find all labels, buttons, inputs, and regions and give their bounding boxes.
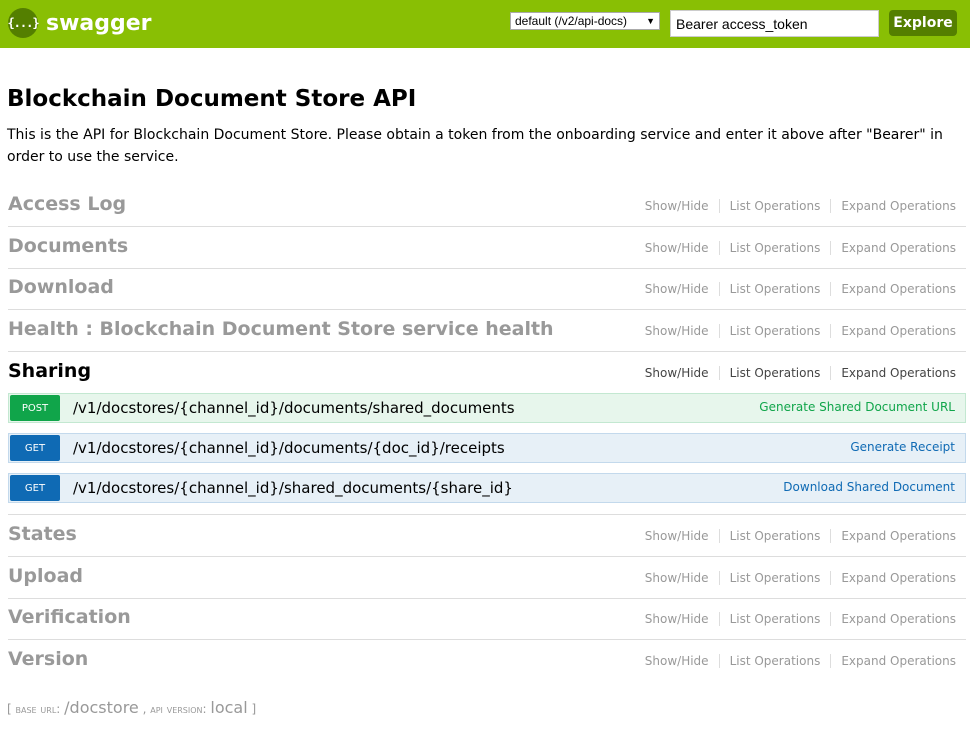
resource-verification: Verification Show/Hide List Operations E… [8,598,966,640]
operation-row[interactable]: GET /v1/docstores/{channel_id}/shared_do… [8,473,966,503]
show-hide-link[interactable]: Show/Hide [635,571,720,585]
list-operations-link[interactable]: List Operations [720,529,832,543]
operation-summary[interactable]: Download Shared Document [783,480,955,494]
resource-title[interactable]: Health : Blockchain Document Store servi… [8,318,554,340]
resource-health: Health : Blockchain Document Store servi… [8,310,966,352]
show-hide-link[interactable]: Show/Hide [635,529,720,543]
expand-operations-link[interactable]: Expand Operations [831,571,956,585]
separator: , [142,702,147,716]
show-hide-link[interactable]: Show/Hide [635,282,720,296]
list-operations-link[interactable]: List Operations [720,324,832,338]
operation-path[interactable]: /v1/docstores/{channel_id}/shared_docume… [73,479,513,497]
list-operations-link[interactable]: List Operations [720,571,832,585]
resource-actions: Show/Hide List Operations Expand Operati… [635,529,956,543]
swagger-logo[interactable]: {...} swagger [7,8,152,38]
api-description: This is the API for Blockchain Document … [7,127,943,165]
open-bracket: [ [7,702,12,716]
resource-title[interactable]: Version [8,648,88,670]
resource-version: Version Show/Hide List Operations Expand… [8,640,966,682]
top-bar: {...} swagger default (/v2/api-docs) ▼ E… [0,0,970,48]
expand-operations-link[interactable]: Expand Operations [831,199,956,213]
dropdown-arrow-icon: ▼ [646,16,655,26]
show-hide-link[interactable]: Show/Hide [635,199,720,213]
api-spec-select[interactable]: default (/v2/api-docs) ▼ [510,12,660,30]
page-title: Blockchain Document Store API [7,86,417,112]
logo-text: swagger [46,10,152,36]
resource-documents: Documents Show/Hide List Operations Expa… [8,227,966,269]
expand-operations-link[interactable]: Expand Operations [831,612,956,626]
resource-actions: Show/Hide List Operations Expand Operati… [635,324,956,338]
operation-summary[interactable]: Generate Shared Document URL [759,400,955,414]
resource-title[interactable]: Sharing [8,360,91,382]
operation-row[interactable]: GET /v1/docstores/{channel_id}/documents… [8,433,966,463]
resource-actions: Show/Hide List Operations Expand Operati… [635,199,956,213]
api-version-value: local [210,698,248,717]
base-url-footer: [ base url: /docstore , api version: loc… [7,698,257,717]
http-method-badge[interactable]: GET [10,435,60,461]
api-spec-selected: default (/v2/api-docs) [515,14,628,28]
list-operations-link[interactable]: List Operations [720,241,832,255]
resource-title[interactable]: States [8,523,77,545]
expand-operations-link[interactable]: Expand Operations [831,282,956,296]
operation-path[interactable]: /v1/docstores/{channel_id}/documents/sha… [73,399,515,417]
expand-operations-link[interactable]: Expand Operations [831,654,956,668]
operation-summary[interactable]: Generate Receipt [850,440,955,454]
resource-title[interactable]: Download [8,276,114,298]
base-url-label: base url [15,702,57,716]
resource-actions: Show/Hide List Operations Expand Operati… [635,654,956,668]
show-hide-link[interactable]: Show/Hide [635,366,720,380]
show-hide-link[interactable]: Show/Hide [635,241,720,255]
expand-operations-link[interactable]: Expand Operations [831,529,956,543]
operation-path[interactable]: /v1/docstores/{channel_id}/documents/{do… [73,439,505,457]
resource-title[interactable]: Access Log [8,193,126,215]
list-operations-link[interactable]: List Operations [720,366,832,380]
close-bracket: ] [251,702,257,716]
resource-download: Download Show/Hide List Operations Expan… [8,268,966,310]
api-version-label: api version [150,702,203,716]
resource-title[interactable]: Upload [8,565,83,587]
show-hide-link[interactable]: Show/Hide [635,612,720,626]
expand-operations-link[interactable]: Expand Operations [831,324,956,338]
show-hide-link[interactable]: Show/Hide [635,324,720,338]
resource-actions: Show/Hide List Operations Expand Operati… [635,282,956,296]
list-operations-link[interactable]: List Operations [720,654,832,668]
resource-states: States Show/Hide List Operations Expand … [8,515,966,557]
list-operations-link[interactable]: List Operations [720,612,832,626]
http-method-badge[interactable]: POST [10,395,60,421]
resource-sharing: Sharing Show/Hide List Operations Expand… [8,352,966,392]
resource-actions: Show/Hide List Operations Expand Operati… [635,366,956,380]
operation-row[interactable]: POST /v1/docstores/{channel_id}/document… [8,393,966,423]
api-key-input[interactable] [670,10,879,37]
show-hide-link[interactable]: Show/Hide [635,654,720,668]
resource-upload: Upload Show/Hide List Operations Expand … [8,557,966,599]
resource-actions: Show/Hide List Operations Expand Operati… [635,241,956,255]
base-url-value: /docstore [64,698,139,717]
resource-title[interactable]: Verification [8,606,131,628]
resource-actions: Show/Hide List Operations Expand Operati… [635,571,956,585]
resource-title[interactable]: Documents [8,235,128,257]
expand-operations-link[interactable]: Expand Operations [831,241,956,255]
swagger-logo-icon: {...} [7,8,40,38]
list-operations-link[interactable]: List Operations [720,282,832,296]
explore-button[interactable]: Explore [889,10,957,36]
http-method-badge[interactable]: GET [10,475,60,501]
resource-actions: Show/Hide List Operations Expand Operati… [635,612,956,626]
expand-operations-link[interactable]: Expand Operations [831,366,956,380]
list-operations-link[interactable]: List Operations [720,199,832,213]
resource-access-log: Access Log Show/Hide List Operations Exp… [8,185,966,227]
